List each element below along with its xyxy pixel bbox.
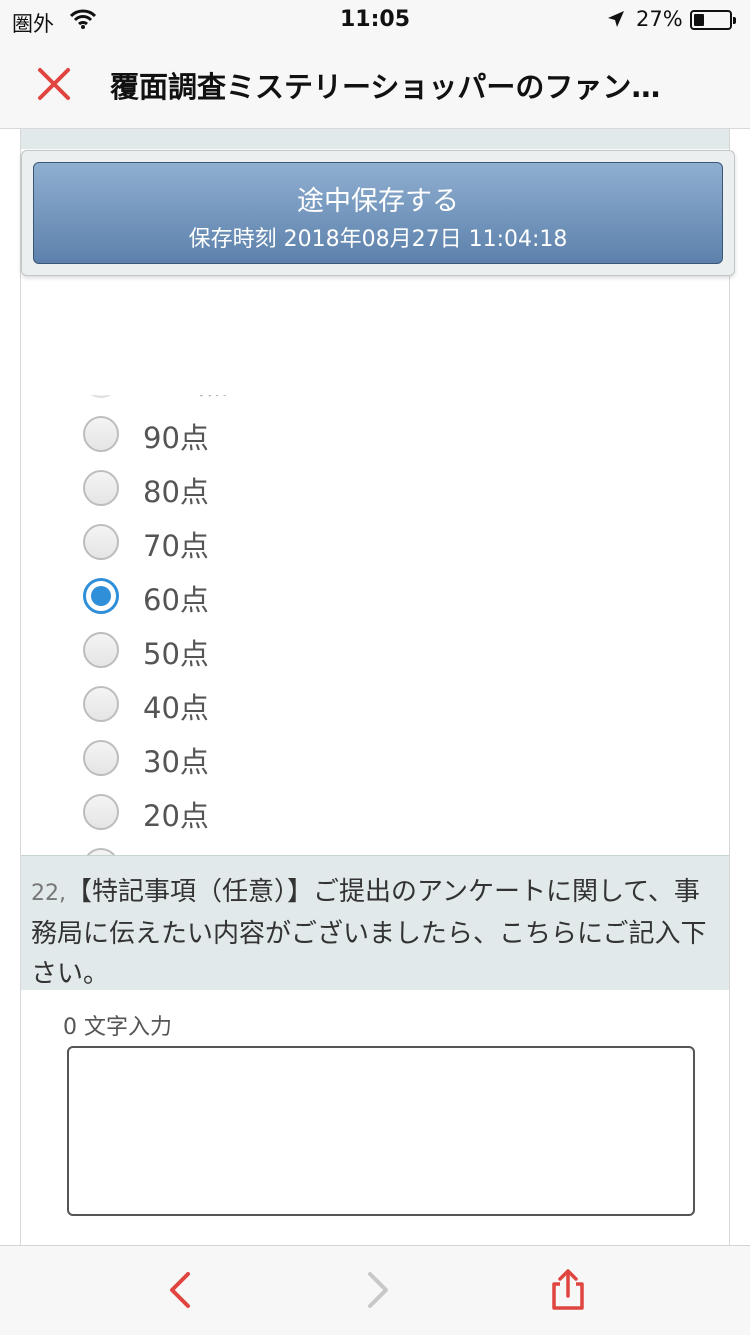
radio-option[interactable]: 70点 bbox=[81, 517, 701, 571]
radio-option[interactable]: 40点 bbox=[81, 679, 701, 733]
page-title: 覆面調査ミステリーショッパーのファン… bbox=[110, 70, 661, 104]
radio-label: 70点 bbox=[143, 529, 209, 563]
location-icon bbox=[608, 11, 624, 27]
save-draft-button[interactable]: 途中保存する 保存時刻 2018年08月27日 11:04:18 bbox=[33, 162, 723, 264]
question-number: 22, bbox=[31, 881, 66, 906]
battery-icon bbox=[690, 10, 736, 30]
save-button-label: 途中保存する bbox=[297, 186, 459, 217]
radio-option-selected[interactable]: 60点 bbox=[81, 571, 701, 625]
radio-option[interactable]: 50点 bbox=[81, 625, 701, 679]
status-bar: 圏外 11:05 27% bbox=[0, 0, 750, 40]
radio-label: 80点 bbox=[143, 475, 209, 509]
radio-button[interactable] bbox=[83, 395, 119, 398]
radio-option[interactable]: 20点 bbox=[81, 787, 701, 841]
navigation-bar: 覆面調査ミステリーショッパーのファン… bbox=[0, 40, 750, 129]
save-timestamp: 保存時刻 2018年08月27日 11:04:18 bbox=[188, 227, 568, 252]
radio-label: 50点 bbox=[143, 637, 209, 671]
back-icon[interactable] bbox=[160, 1268, 204, 1312]
radio-label: 20点 bbox=[143, 799, 209, 833]
browser-toolbar bbox=[0, 1245, 750, 1335]
character-count: 0 文字入力 bbox=[63, 1015, 172, 1040]
remarks-textarea[interactable] bbox=[67, 1046, 695, 1216]
save-overlay: 途中保存する 保存時刻 2018年08月27日 11:04:18 bbox=[21, 150, 735, 276]
question-body: 【特記事項（任意）】ご提出のアンケートに関して、事務局に伝えたい内容がございまし… bbox=[31, 877, 707, 989]
radio-label: 40点 bbox=[143, 691, 209, 725]
question-header: 22,【特記事項（任意）】ご提出のアンケートに関して、事務局に伝えたい内容がござ… bbox=[21, 855, 729, 990]
radio-button-checked[interactable] bbox=[83, 578, 119, 614]
radio-label: 60点 bbox=[143, 583, 209, 617]
share-icon[interactable] bbox=[546, 1268, 590, 1312]
radio-button[interactable] bbox=[83, 470, 119, 506]
radio-option[interactable]: 90点 bbox=[81, 409, 701, 463]
survey-form: 100点 90点 80点 70点 60点 50点 40点 30点 bbox=[20, 129, 730, 1245]
close-icon[interactable] bbox=[32, 62, 76, 106]
radio-button[interactable] bbox=[83, 740, 119, 776]
question-text: 22,【特記事項（任意）】ご提出のアンケートに関して、事務局に伝えたい内容がござ… bbox=[31, 872, 711, 994]
radio-button[interactable] bbox=[83, 632, 119, 668]
radio-option[interactable]: 80点 bbox=[81, 463, 701, 517]
section-band bbox=[21, 129, 729, 149]
radio-label: 100点 bbox=[143, 395, 227, 403]
forward-icon[interactable] bbox=[354, 1268, 398, 1312]
radio-option[interactable]: 30点 bbox=[81, 733, 701, 787]
radio-button[interactable] bbox=[83, 416, 119, 452]
radio-label: 90点 bbox=[143, 421, 209, 455]
radio-option[interactable]: 100点 bbox=[81, 395, 701, 409]
battery-percent: 27% bbox=[636, 7, 683, 31]
radio-label: 30点 bbox=[143, 745, 209, 779]
radio-button[interactable] bbox=[83, 794, 119, 830]
radio-button[interactable] bbox=[83, 524, 119, 560]
radio-button[interactable] bbox=[83, 686, 119, 722]
